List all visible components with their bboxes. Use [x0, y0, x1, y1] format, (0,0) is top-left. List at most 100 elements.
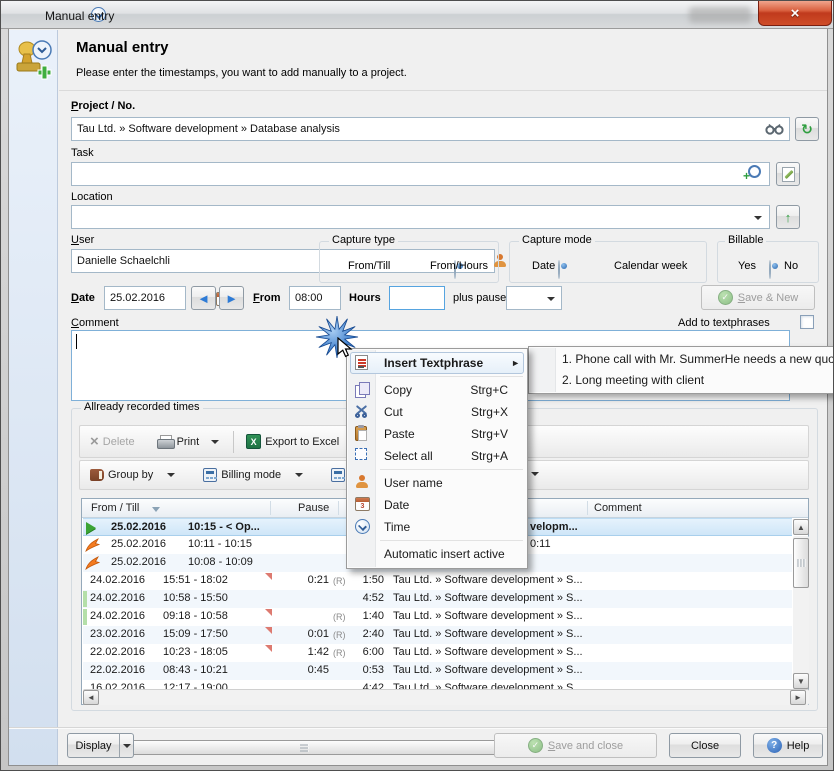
project-label: Project / No. — [71, 100, 135, 112]
book-icon — [90, 469, 104, 481]
project-input[interactable] — [71, 117, 790, 141]
row-till: 10:15 - < Op... — [188, 521, 260, 533]
task-input[interactable] — [71, 162, 770, 186]
menu-item-select-all[interactable]: Select all Strg+A — [348, 445, 526, 467]
table-row[interactable]: 24.02.2016 09:18 - 10:58 (R) 1:40 Tau Lt… — [83, 608, 792, 626]
save-and-close-button[interactable]: ✓ Save and close — [494, 733, 657, 758]
table-row[interactable]: 22.02.2016 08:43 - 10:21 0:45 0:53 Tau L… — [83, 662, 792, 680]
task-edit-button[interactable] — [776, 162, 800, 186]
calendar-icon: 3 — [355, 497, 370, 511]
row-date: 24.02.2016 — [90, 574, 145, 586]
previous-day-button[interactable]: ◄ — [191, 286, 216, 310]
billing-mode-button[interactable]: Billing mode — [199, 468, 307, 482]
radio-calendar-week-label[interactable]: Calendar week — [614, 260, 687, 272]
menu-item-date[interactable]: 3 Date — [348, 494, 526, 516]
scroll-down-button[interactable]: ▼ — [793, 673, 809, 689]
row-date: 24.02.2016 — [90, 610, 145, 622]
display-dropdown-icon — [123, 744, 131, 748]
row-till: 10:08 - 10:09 — [188, 556, 253, 568]
submenu-item-textphrase-1[interactable]: 1. Phone call with Mr. SummerHe needs a … — [530, 349, 834, 370]
sort-descending-icon[interactable] — [152, 507, 160, 512]
location-add-button[interactable]: ↑ — [776, 205, 800, 229]
column-pause[interactable]: Pause — [298, 502, 329, 514]
rounded-marker: (R) — [333, 612, 346, 622]
row-project: Tau Ltd. » Software development » S... — [393, 664, 583, 676]
billing-mode-dropdown-icon[interactable] — [295, 473, 303, 477]
billable-bar — [83, 591, 87, 607]
radio-billable-yes-label[interactable]: Yes — [738, 260, 756, 272]
save-and-new-button[interactable]: ✓ Save & New — [701, 285, 815, 310]
row-duration: 2:40 — [352, 628, 384, 640]
location-label: Location — [71, 191, 113, 203]
column-from-till[interactable]: From / Till — [91, 502, 139, 514]
row-till: 10:11 - 10:15 — [188, 538, 252, 550]
row-date: 25.02.2016 — [111, 521, 166, 533]
export-to-excel-button[interactable]: X Export to Excel — [242, 434, 343, 449]
radio-date[interactable] — [558, 260, 560, 279]
print-dropdown-icon[interactable] — [211, 440, 219, 444]
project-search-icon[interactable] — [765, 123, 785, 135]
display-button[interactable]: Display — [67, 733, 120, 758]
column-comment[interactable]: Comment — [594, 502, 642, 514]
pause-dropdown-icon[interactable] — [547, 297, 555, 301]
menu-item-copy[interactable]: Copy Strg+C — [348, 379, 526, 401]
scroll-left-button[interactable]: ◄ — [83, 690, 99, 705]
menu-item-user-name[interactable]: User name — [348, 472, 526, 494]
radio-from-hours-label[interactable]: From/Hours — [430, 260, 488, 272]
table-row[interactable]: 22.02.2016 10:23 - 18:05 1:42 (R) 6:00 T… — [83, 644, 792, 662]
row-date: 22.02.2016 — [90, 646, 145, 658]
radio-from-till-label[interactable]: From/Till — [348, 260, 390, 272]
add-task-icon[interactable] — [743, 165, 759, 180]
add-to-textphrases-checkbox[interactable] — [800, 315, 814, 329]
scroll-up-button[interactable]: ▲ — [793, 519, 809, 535]
close-button[interactable]: Close — [669, 733, 741, 758]
user-icon — [355, 475, 369, 489]
display-dropdown-button[interactable] — [119, 733, 134, 758]
print-button[interactable]: Print — [153, 435, 224, 448]
radio-billable-yes[interactable] — [769, 260, 771, 279]
flame-icon — [85, 538, 100, 552]
menu-separator — [380, 376, 523, 377]
group-by-dropdown-icon[interactable] — [167, 473, 175, 477]
location-dropdown-icon[interactable] — [754, 216, 762, 220]
menu-item-paste[interactable]: Paste Strg+V — [348, 423, 526, 445]
menu-item-insert-textphrase[interactable]: Insert Textphrase ► — [348, 352, 526, 374]
window-close-button[interactable]: × — [758, 1, 832, 26]
radio-billable-no-label[interactable]: No — [784, 260, 798, 272]
save-and-close-label: Save and close — [548, 740, 623, 752]
capture-mode-label: Capture mode — [519, 234, 595, 246]
menu-item-automatic-insert[interactable]: Automatic insert active — [348, 543, 526, 565]
horizontal-scrollbar-thumb[interactable] — [100, 740, 507, 755]
table-row-clipped[interactable]: 16.02.2016 12:17 - 19:00 4:42 Tau Ltd. »… — [83, 680, 792, 689]
rounded-marker: (R) — [333, 630, 346, 640]
display-calculator-icon — [331, 468, 345, 482]
menu-item-time[interactable]: Time — [348, 516, 526, 538]
location-combobox[interactable] — [71, 205, 770, 229]
submenu-item-textphrase-2[interactable]: 2. Long meeting with client — [530, 370, 834, 391]
pause-combobox[interactable] — [506, 286, 562, 310]
date-input[interactable] — [104, 286, 186, 310]
toolbar-dropdown-arrow-icon[interactable] — [531, 472, 539, 476]
copy-icon — [355, 382, 369, 396]
horizontal-scrollbar-track[interactable] — [83, 689, 809, 705]
radio-date-label[interactable]: Date — [532, 260, 555, 272]
plus-pause-label: plus pause — [453, 292, 506, 304]
project-refresh-button[interactable]: ↻ — [795, 117, 819, 141]
delete-button[interactable]: × Delete — [86, 433, 139, 450]
row-till: 10:23 - 18:05 — [163, 646, 228, 658]
table-row[interactable]: 24.02.2016 10:58 - 15:50 4:52 Tau Ltd. »… — [83, 590, 792, 608]
scroll-right-button[interactable]: ► — [790, 690, 806, 705]
table-row[interactable]: 23.02.2016 15:09 - 17:50 0:01 (R) 2:40 T… — [83, 626, 792, 644]
from-input[interactable] — [289, 286, 341, 310]
shortcut-label: Strg+X — [471, 401, 508, 423]
check-icon: ✓ — [528, 738, 543, 753]
group-by-button[interactable]: Group by — [86, 469, 179, 481]
menu-item-cut[interactable]: Cut Strg+X — [348, 401, 526, 423]
capture-type-label: Capture type — [329, 234, 398, 246]
hours-input[interactable] — [389, 286, 445, 310]
table-row[interactable]: 24.02.2016 15:51 - 18:02 0:21 (R) 1:50 T… — [83, 572, 792, 590]
billable-label: Billable — [725, 234, 766, 246]
help-button[interactable]: ? Help — [753, 733, 823, 758]
vertical-scrollbar-thumb[interactable] — [793, 538, 809, 588]
row-project: Tau Ltd. » Software development » S — [393, 682, 573, 689]
